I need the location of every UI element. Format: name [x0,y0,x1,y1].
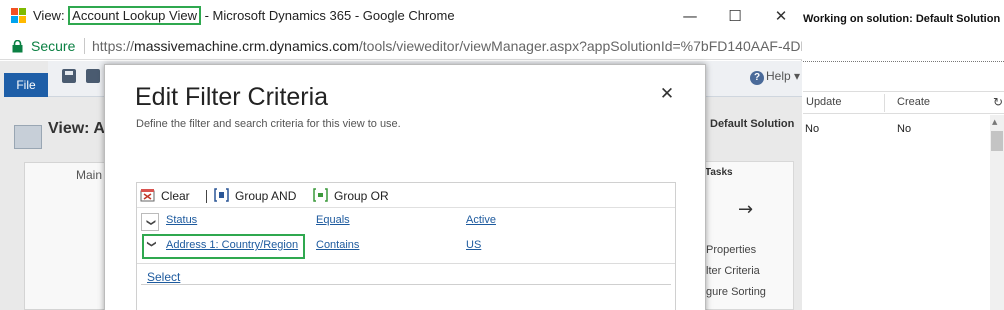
filter-operator-link[interactable]: Contains [316,239,359,251]
browser-window: View: Account Lookup View - Microsoft Dy… [0,0,802,310]
solution-name-label: Default Solution [710,118,795,130]
filter-row: ❯ Address 1: Country/Region Contains US [137,234,675,259]
address-divider [84,38,85,54]
help-icon: ? [750,71,764,85]
chevron-down-icon[interactable]: ❯ [141,213,159,231]
window-title: View: Account Lookup View - Microsoft Dy… [33,6,455,25]
url-path: /tools/vieweditor/viewManager.aspx?appSo… [358,38,802,54]
url-field[interactable]: https://massivemachine.crm.dynamics.com/… [92,38,802,54]
address-bar[interactable]: Secure https://massivemachine.crm.dynami… [0,33,802,60]
group-or-icon [313,188,328,202]
dialog-subtitle: Define the filter and search criteria fo… [136,118,401,130]
title-suffix: - Microsoft Dynamics 365 - Google Chrome [200,8,455,23]
view-columns-panel [24,162,114,310]
scrollbar[interactable]: ▲ [990,115,1004,310]
help-menu[interactable]: ? Help ▾ [750,69,800,85]
task-link-properties[interactable]: Properties [706,244,756,256]
url-host: massivemachine.crm.dynamics.com [134,38,359,54]
scrollbar-thumb[interactable] [991,131,1003,151]
toolbar-separator [206,190,207,203]
view-title: View: A [48,120,105,137]
filter-toolbar: Clear Group AND Group OR [137,183,675,208]
column-header-update[interactable]: Update [806,96,841,108]
filter-field-link[interactable]: Status [166,214,197,226]
dialog-title: Edit Filter Criteria [135,83,329,111]
filter-editor: Clear Group AND Group OR ❯ Status Equals… [136,182,676,310]
filter-value-link[interactable]: Active [466,214,496,226]
clear-icon [140,189,155,202]
save-and-close-icon[interactable] [86,69,100,83]
filter-field-link[interactable]: Address 1: Country/Region [166,239,298,251]
solution-header: Working on solution: Default Solution [803,13,1001,25]
close-window-button[interactable]: ✕ [769,5,793,27]
save-icon[interactable] [62,69,76,83]
dialog-close-icon[interactable]: ✕ [659,84,675,104]
column-header-create[interactable]: Create [897,96,930,108]
arrow-right-icon[interactable]: → [738,199,753,220]
clear-label: Clear [161,189,190,203]
group-and-button[interactable]: Group AND [214,188,296,203]
dotted-divider [803,61,1004,62]
solution-table-header: Update Create ↻ [803,91,1004,114]
maximize-button[interactable]: ☐ [723,5,747,27]
title-bar: View: Account Lookup View - Microsoft Dy… [0,0,802,33]
windows-logo-icon [11,8,26,23]
filter-row: ❯ Status Equals Active [137,209,675,234]
scroll-up-icon[interactable]: ▲ [992,118,997,126]
cell-update-value: No [805,123,820,135]
cell-create-value: No [897,123,912,135]
tasks-label: Tasks [705,167,733,178]
lock-icon [12,40,23,53]
view-icon [14,125,42,149]
column-divider [884,94,885,112]
task-link-configure-sorting[interactable]: gure Sorting [706,286,766,298]
filter-value-link[interactable]: US [466,239,481,251]
help-label: Help ▾ [766,69,801,83]
file-tab[interactable]: File [4,73,48,97]
url-scheme: https:// [92,38,135,54]
group-and-icon [214,188,229,202]
secure-label: Secure [31,38,76,54]
main-column-label: Main [76,168,103,182]
title-prefix: View: [33,8,69,23]
edit-filter-dialog: Edit Filter Criteria ✕ Define the filter… [104,64,706,310]
select-field-link[interactable]: Select [147,270,180,284]
refresh-icon[interactable]: ↻ [993,95,1003,109]
title-highlight-view-name: Account Lookup View [68,6,201,25]
filter-operator-link[interactable]: Equals [316,214,350,226]
task-link-filter-criteria[interactable]: lter Criteria [706,265,760,277]
group-and-label: Group AND [235,189,297,203]
clear-button[interactable]: Clear [140,188,190,203]
minimize-button[interactable]: — [678,5,702,27]
group-or-button[interactable]: Group OR [313,188,389,203]
group-or-label: Group OR [334,189,389,203]
select-divider [141,284,671,285]
